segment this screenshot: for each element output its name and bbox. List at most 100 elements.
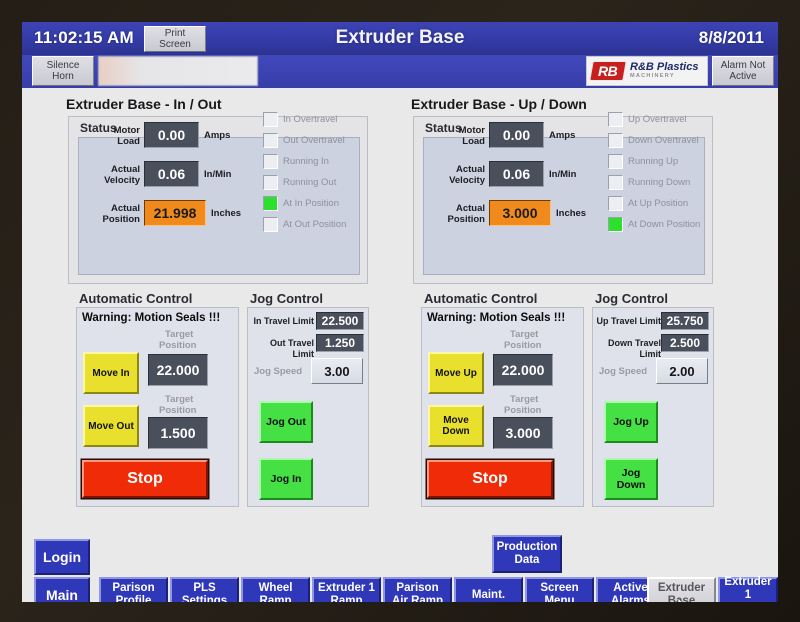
jog-speed-input-up-down[interactable]: 2.00 [656,358,708,384]
indicator-box-running-out [263,175,278,190]
target-position-value-move-out[interactable]: 1.500 [148,417,208,449]
logo-tagline: MACHINERY [630,73,675,80]
indicator-box-down-overtravel [608,133,623,148]
target-position-value-move-in[interactable]: 22.000 [148,354,208,386]
jog-speed-input-in-out[interactable]: 3.00 [311,358,363,384]
up-travel-limit-label: Up Travel Limit [596,316,661,326]
stop-button-up-down[interactable]: Stop [427,460,553,498]
move-up-button[interactable]: Move Up [428,352,484,394]
silence-horn-label-line1: Silence [46,60,80,71]
jog-up-button[interactable]: Jog Up [604,401,658,443]
production-data-line2: Data [514,554,540,566]
target-position-value-move-up[interactable]: 22.000 [493,354,553,386]
tab-parison-profile[interactable]: Parison Profile [99,577,168,602]
tab-extruder-base-line2: Base [667,595,696,602]
actual-position-value-in-out: 21.998 [144,200,206,226]
indicator-label-at-down-position: At Down Position [628,219,701,230]
motor-load-unit-in-out: Amps [204,130,231,141]
silence-horn-button[interactable]: Silence Horn [32,56,94,86]
title-bar: 11:02:15 AM Print Screen Extruder Base 8… [22,22,778,55]
indicator-label-running-out: Running Out [283,177,337,188]
actual-velocity-label-line2-ud: Velocity [449,175,485,186]
tab-extruder-1-heats-line1: Extruder 1 [724,575,772,601]
indicator-box-up-overtravel [608,112,623,127]
tab-active-alarms-line1: Active [613,582,648,594]
indicator-label-at-in-position: At In Position [283,198,339,209]
tab-extruder-1-ramp[interactable]: Extruder 1 Ramp [312,577,381,602]
alarm-status-line1: Alarm Not [720,60,766,71]
tab-extruder-1-heats-line2: Heats [720,602,776,603]
motor-load-label-line1: Motor [113,125,140,136]
motor-load-value-in-out: 0.00 [144,122,199,148]
tab-wheel-ramp[interactable]: Wheel Ramp [241,577,310,602]
tab-pls-settings-line2: Settings [181,595,228,602]
panel-title-in-out: Extruder Base - In / Out [66,96,222,112]
jog-control-label-in-out: Jog Control [250,291,323,306]
indicator-box-running-in [263,154,278,169]
jog-speed-label-in-out: Jog Speed [254,366,303,377]
auto-control-label-in-out: Automatic Control [79,291,193,306]
indicator-label-out-overtravel: Out Overtravel [283,135,345,146]
target-position-label2-line2-out: Position [159,405,197,416]
actual-position-value-up-down: 3.000 [489,200,551,226]
in-travel-limit-label: In Travel Limit [253,316,314,326]
tab-screen-menu-line1: Screen [540,582,579,594]
tab-extruder-base[interactable]: Extruder Base [647,577,716,602]
indicator-box-at-out-position [263,217,278,232]
tab-parison-air-ramp-line1: Parison [396,582,439,594]
motor-load-value-up-down: 0.00 [489,122,544,148]
indicator-label-in-overtravel: In Overtravel [283,114,338,125]
out-travel-limit-value[interactable]: 1.250 [316,334,364,352]
actual-velocity-unit-in-out: In/Min [204,169,232,180]
tab-parison-air-ramp[interactable]: Parison Air Ramp [383,577,452,602]
indicator-box-in-overtravel [263,112,278,127]
date-display: 8/8/2011 [698,28,764,47]
alarm-message-field [98,56,258,86]
rb-logo-icon: RB [589,61,627,81]
jog-control-label-up-down: Jog Control [595,291,668,306]
indicator-label-running-down: Running Down [628,177,691,188]
tab-extruder-1-ramp-line1: Extruder 1 [318,582,375,594]
motion-seals-warning-up-down: Warning: Motion Seals !!! [427,312,566,324]
indicator-label-running-up: Running Up [628,156,679,167]
tab-extruder-1-heats[interactable]: Extruder 1 Heats [718,575,778,603]
tab-pls-settings[interactable]: PLS Settings [170,577,239,602]
tab-pls-settings-line1: PLS [193,582,216,594]
jog-down-button[interactable]: Jog Down [604,458,658,500]
actual-position-label-line1-ud: Actual [455,203,485,214]
motor-load-label-line1-ud: Motor [458,125,485,136]
login-button[interactable]: Login [34,539,90,575]
move-in-button[interactable]: Move In [83,352,139,394]
monitor-bezel: 11:02:15 AM Print Screen Extruder Base 8… [0,0,800,622]
tab-wheel-ramp-line1: Wheel [258,582,293,594]
target-position-label1-line2-in: Position [159,340,197,351]
move-down-button[interactable]: Move Down [428,405,484,447]
tab-screen-menu[interactable]: Screen Menu [525,577,594,602]
move-out-button[interactable]: Move Out [83,405,139,447]
production-data-button[interactable]: Production Data [492,535,562,573]
indicator-label-running-in: Running In [283,156,329,167]
jog-in-button[interactable]: Jog In [259,458,313,500]
indicator-box-running-up [608,154,623,169]
tab-extruder-base-line1: Extruder [657,582,706,594]
target-position-value-move-down[interactable]: 3.000 [493,417,553,449]
tab-parison-air-ramp-line2: Air Ramp [391,595,444,602]
indicator-box-at-up-position [608,196,623,211]
actual-velocity-value-in-out: 0.06 [144,161,199,187]
alarm-status-button[interactable]: Alarm Not Active [712,56,774,86]
actual-velocity-value-up-down: 0.06 [489,161,544,187]
in-travel-limit-value[interactable]: 22.500 [316,312,364,330]
tab-maint[interactable]: Maint. [454,577,523,602]
stop-button-in-out[interactable]: Stop [82,460,208,498]
jog-out-button[interactable]: Jog Out [259,401,313,443]
tab-parison-profile-line1: Parison [112,582,155,594]
tab-main[interactable]: Main [34,577,90,602]
motor-load-label-line2: Load [117,136,140,147]
up-travel-limit-value[interactable]: 25.750 [661,312,709,330]
indicator-box-out-overtravel [263,133,278,148]
tab-active-alarms-line2: Alarms [611,595,650,602]
down-travel-limit-value[interactable]: 2.500 [661,334,709,352]
tab-parison-profile-line2: Profile [115,595,152,602]
indicator-box-at-down-position [608,217,623,232]
indicator-box-at-in-position [263,196,278,211]
